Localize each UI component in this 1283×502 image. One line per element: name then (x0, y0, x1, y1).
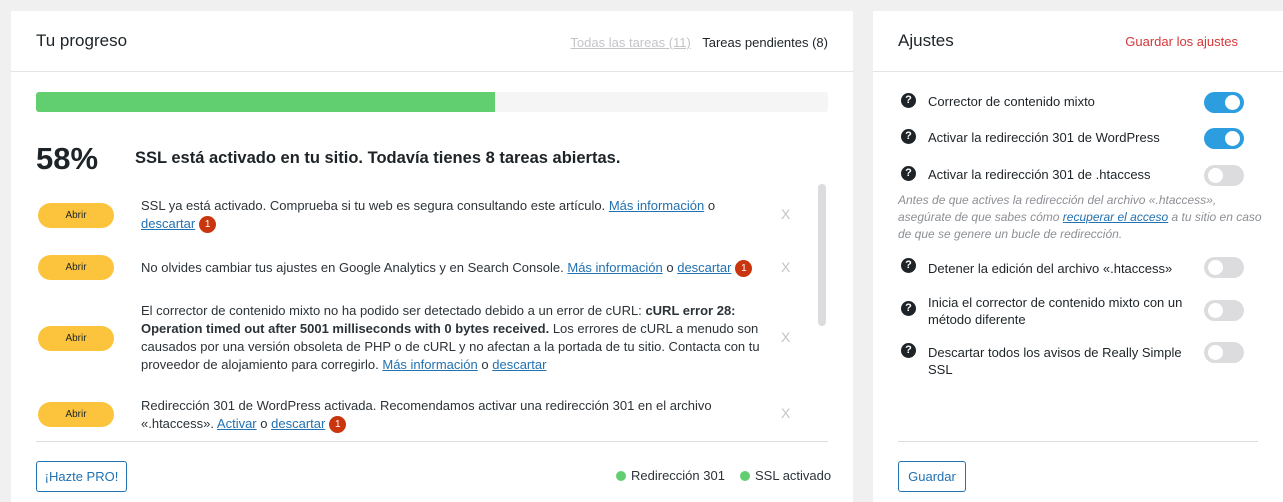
question-circle-icon[interactable]: ? (901, 343, 916, 358)
task-text: El corrector de contenido mixto no ha po… (141, 303, 760, 372)
setting-mixed-content: ? Corrector de contenido mixto (901, 92, 1256, 114)
status-ssl-active: SSL activado (740, 468, 831, 483)
notification-badge: 1 (329, 416, 347, 434)
divider (898, 441, 1258, 442)
save-settings-link[interactable]: Guardar los ajustes (1125, 34, 1238, 49)
task-close-icon[interactable]: X (781, 405, 790, 421)
task-close-icon[interactable]: X (781, 259, 790, 275)
question-circle-icon[interactable]: ? (901, 301, 916, 316)
question-circle-icon[interactable]: ? (901, 258, 916, 273)
tab-pending-tasks[interactable]: Tareas pendientes (8) (702, 35, 828, 50)
progress-title: Tu progreso (36, 31, 128, 50)
task-dismiss-link[interactable]: descartar (492, 357, 546, 372)
progress-message: SSL está activado en tu sitio. Todavía t… (135, 149, 621, 167)
task-close-icon[interactable]: X (781, 206, 790, 222)
task-text: Redirección 301 de WordPress activada. R… (141, 397, 721, 434)
task-item: Abrir SSL ya está activado. Comprueba si… (36, 197, 806, 239)
toggle-knob (1225, 95, 1240, 110)
setting-toggle[interactable] (1204, 300, 1244, 321)
progress-header: Tu progreso Todas las tareas (11) Tareas… (11, 11, 853, 72)
setting-toggle[interactable] (1204, 92, 1244, 113)
toggle-knob (1208, 303, 1223, 318)
setting-label: Activar la redirección 301 de .htaccess (928, 167, 1151, 182)
question-circle-icon[interactable]: ? (901, 166, 916, 181)
setting-label: Inicia el corrector de contenido mixto c… (928, 295, 1183, 327)
go-pro-button[interactable]: ¡Hazte PRO! (36, 461, 127, 492)
task-close-icon[interactable]: X (781, 329, 790, 345)
recover-access-link[interactable]: recuperar el acceso (1063, 210, 1168, 224)
status-dot-icon (740, 471, 750, 481)
settings-panel: Ajustes Guardar los ajustes ? Corrector … (873, 11, 1283, 502)
save-button[interactable]: Guardar (898, 461, 966, 492)
htaccess-note: Antes de que actives la redirección del … (898, 193, 1262, 241)
task-open-button[interactable]: Abrir (38, 402, 114, 427)
setting-label: Detener la edición del archivo «.htacces… (928, 261, 1173, 276)
progress-bar-fill (36, 92, 496, 112)
task-more-info-link[interactable]: Más información (382, 357, 477, 372)
settings-header: Ajustes Guardar los ajustes (873, 11, 1283, 72)
task-text: SSL ya está activado. Comprueba si tu we… (141, 197, 761, 234)
toggle-knob (1208, 260, 1223, 275)
toggle-knob (1208, 345, 1223, 360)
setting-stop-htaccess-edit: ? Detener la edición del archivo «.htacc… (901, 257, 1256, 279)
task-item: Abrir El corrector de contenido mixto no… (36, 302, 806, 377)
setting-wp-redirect: ? Activar la redirección 301 de WordPres… (901, 128, 1256, 150)
question-circle-icon[interactable]: ? (901, 93, 916, 108)
task-dismiss-link[interactable]: descartar (141, 216, 195, 231)
progress-panel: Tu progreso Todas las tareas (11) Tareas… (11, 11, 853, 502)
settings-title: Ajustes (898, 31, 954, 50)
setting-label: Corrector de contenido mixto (928, 94, 1095, 109)
notification-badge: 1 (199, 216, 217, 234)
task-activate-link[interactable]: Activar (217, 416, 257, 431)
task-more-info-link[interactable]: Más información (609, 198, 704, 213)
task-item: Abrir No olvides cambiar tus ajustes en … (36, 255, 806, 287)
setting-toggle[interactable] (1204, 257, 1244, 278)
toggle-knob (1225, 131, 1240, 146)
progress-bar (36, 92, 828, 112)
status-dot-icon (616, 471, 626, 481)
setting-alt-mixed-content: ? Inicia el corrector de contenido mixto… (901, 294, 1256, 330)
setting-label: Descartar todos los avisos de Really Sim… (928, 345, 1182, 377)
tab-all-tasks[interactable]: Todas las tareas (11) (570, 35, 690, 50)
setting-toggle[interactable] (1204, 128, 1244, 149)
task-filter-tabs: Todas las tareas (11) Tareas pendientes … (570, 35, 828, 50)
task-dismiss-link[interactable]: descartar (677, 260, 731, 275)
setting-htaccess-redirect: ? Activar la redirección 301 de .htacces… (901, 165, 1256, 187)
setting-toggle[interactable] (1204, 165, 1244, 186)
task-open-button[interactable]: Abrir (38, 203, 114, 228)
divider (36, 441, 828, 442)
progress-percentage: 58% (36, 141, 99, 176)
task-more-info-link[interactable]: Más información (567, 260, 662, 275)
task-list-scrollbar[interactable] (818, 184, 826, 326)
setting-label: Activar la redirección 301 de WordPress (928, 130, 1160, 145)
task-open-button[interactable]: Abrir (38, 326, 114, 351)
notification-badge: 1 (735, 260, 753, 278)
setting-dismiss-notices: ? Descartar todos los avisos de Really S… (901, 342, 1256, 377)
task-text: No olvides cambiar tus ajustes en Google… (141, 259, 781, 278)
toggle-knob (1208, 168, 1223, 183)
question-circle-icon[interactable]: ? (901, 129, 916, 144)
status-redirect-301: Redirección 301 (616, 468, 725, 483)
task-item: Abrir Redirección 301 de WordPress activ… (36, 397, 806, 437)
task-dismiss-link[interactable]: descartar (271, 416, 325, 431)
task-open-button[interactable]: Abrir (38, 255, 114, 280)
setting-toggle[interactable] (1204, 342, 1244, 363)
